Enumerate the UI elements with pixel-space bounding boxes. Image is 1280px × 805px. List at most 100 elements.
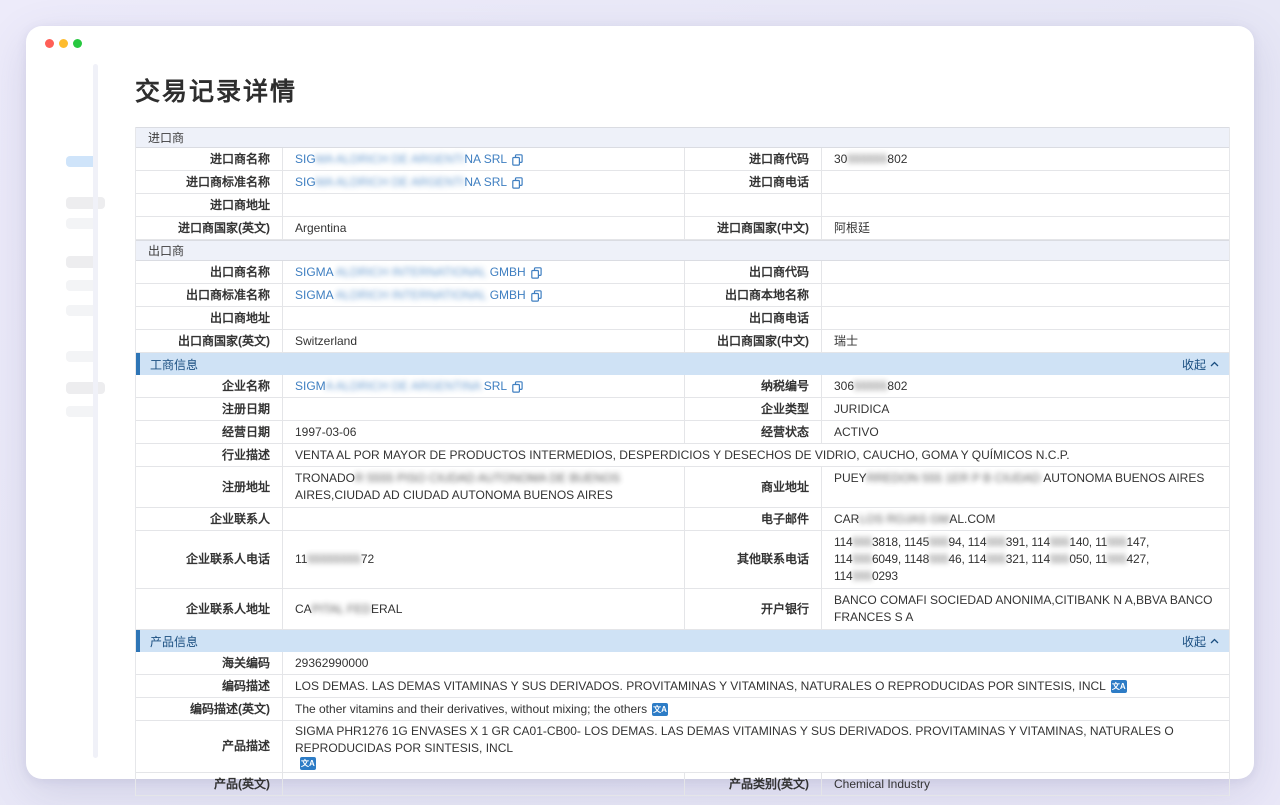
sidebar-skeleton-item[interactable] — [66, 382, 105, 394]
field-value: The other vitamins and their derivatives… — [282, 698, 1231, 720]
close-button[interactable] — [45, 39, 54, 48]
table-row: 行业描述 VENTA AL POR MAYOR DE PRODUCTOS INT… — [136, 444, 1229, 467]
field-label: 其他联系电话 — [684, 531, 821, 588]
field-value: 1997-03-06 — [282, 421, 684, 443]
translate-icon[interactable]: 文A — [652, 703, 668, 716]
field-value-empty — [821, 194, 1231, 216]
table-row: 企业联系人地址 CAPITAL FEDERAL 开户银行 BANCO COMAF… — [136, 589, 1229, 630]
table-row: 注册日期 企业类型 JURIDICA — [136, 398, 1229, 421]
field-label: 进口商代码 — [684, 148, 821, 170]
table-row: 产品描述 SIGMA PHR1276 1G ENVASES X 1 GR CA0… — [136, 721, 1229, 773]
field-value: SIGMA ALDRICH DE ARGENTINA SRL — [282, 171, 684, 193]
field-value: 瑞士 — [821, 330, 1231, 352]
section-header-exporter: 出口商 — [136, 240, 1229, 261]
field-value: 115555555572 — [282, 531, 684, 588]
importer-std-name-link[interactable]: SIGMA ALDRICH DE ARGENTINA SRL — [295, 174, 507, 191]
field-value: SIGMA PHR1276 1G ENVASES X 1 GR CA01-CB0… — [282, 721, 1231, 772]
section-title: 产品信息 — [150, 633, 198, 650]
table-row: 进口商标准名称 SIGMA ALDRICH DE ARGENTINA SRL 进… — [136, 171, 1229, 194]
field-label: 经营日期 — [136, 421, 282, 443]
field-value: SIGMA ALDRICH DE ARGENTINA SRL — [282, 148, 684, 170]
table-row: 编码描述 LOS DEMAS. LAS DEMAS VITAMINAS Y SU… — [136, 675, 1229, 698]
translate-icon[interactable]: 文A — [1111, 680, 1127, 693]
field-value: Chemical Industry — [821, 773, 1231, 795]
field-label: 进口商地址 — [136, 194, 282, 216]
field-label: 企业名称 — [136, 375, 282, 397]
field-value: BANCO COMAFI SOCIEDAD ANONIMA,CITIBANK N… — [821, 589, 1231, 629]
copy-icon[interactable] — [531, 290, 542, 302]
field-value-empty — [282, 398, 684, 420]
copy-icon[interactable] — [512, 154, 523, 166]
table-row: 进口商名称 SIGMA ALDRICH DE ARGENTINA SRL 进口商… — [136, 148, 1229, 171]
importer-name-link[interactable]: SIGMA ALDRICH DE ARGENTINA SRL — [295, 151, 507, 168]
table-row: 企业联系人电话 115555555572 其他联系电话 1145553818, … — [136, 531, 1229, 589]
copy-icon[interactable] — [531, 267, 542, 279]
field-label: 出口商国家(中文) — [684, 330, 821, 352]
table-row: 企业名称 SIGMA ALDRICH DE ARGENTINA SRL 纳税编号… — [136, 375, 1229, 398]
collapse-button[interactable]: 收起 — [1182, 356, 1219, 373]
field-value: 30555555802 — [821, 148, 1231, 170]
field-label: 注册地址 — [136, 467, 282, 507]
collapse-label: 收起 — [1182, 356, 1206, 373]
main-content: 交易记录详情 进口商 进口商名称 SIGMA ALDRICH DE ARGENT… — [135, 66, 1230, 796]
field-value-empty — [282, 307, 684, 329]
field-label: 企业联系人电话 — [136, 531, 282, 588]
field-label: 出口商地址 — [136, 307, 282, 329]
chevron-up-icon — [1210, 638, 1219, 644]
company-name-link[interactable]: SIGMA ALDRICH DE ARGENTINA SRL — [295, 378, 507, 395]
field-value-empty — [282, 773, 684, 795]
section-title: 工商信息 — [150, 356, 198, 373]
browser-window: 交易记录详情 进口商 进口商名称 SIGMA ALDRICH DE ARGENT… — [26, 26, 1254, 779]
field-label-empty — [684, 194, 821, 216]
field-value-empty — [821, 284, 1231, 306]
field-label: 注册日期 — [136, 398, 282, 420]
field-label: 出口商标准名称 — [136, 284, 282, 306]
section-header-importer: 进口商 — [136, 127, 1229, 148]
table-row: 出口商地址 出口商电话 — [136, 307, 1229, 330]
page-title: 交易记录详情 — [135, 72, 1230, 108]
sidebar-skeleton-item[interactable] — [66, 197, 105, 209]
field-value: SIGMA ALDRICH INTERNATIONAL GMBH — [282, 261, 684, 283]
table-row: 进口商地址 — [136, 194, 1229, 217]
window-controls — [45, 39, 82, 48]
field-label: 经营状态 — [684, 421, 821, 443]
field-label: 海关编码 — [136, 652, 282, 674]
minimize-button[interactable] — [59, 39, 68, 48]
table-row: 海关编码 29362990000 — [136, 652, 1229, 675]
exporter-std-name-link[interactable]: SIGMA ALDRICH INTERNATIONAL GMBH — [295, 287, 526, 304]
table-row: 产品(英文) 产品类别(英文) Chemical Industry — [136, 773, 1229, 796]
copy-icon[interactable] — [512, 381, 523, 393]
field-value: 1145553818, 114555594, 114555391, 114555… — [821, 531, 1231, 588]
maximize-button[interactable] — [73, 39, 82, 48]
section-header-product: 产品信息 收起 — [136, 630, 1229, 652]
detail-table: 进口商 进口商名称 SIGMA ALDRICH DE ARGENTINA SRL… — [135, 127, 1230, 796]
field-value: 30655555802 — [821, 375, 1231, 397]
field-label: 出口商本地名称 — [684, 284, 821, 306]
collapse-button[interactable]: 收起 — [1182, 633, 1219, 650]
field-label: 开户银行 — [684, 589, 821, 629]
field-label: 进口商电话 — [684, 171, 821, 193]
table-row: 进口商国家(英文) Argentina 进口商国家(中文) 阿根廷 — [136, 217, 1229, 240]
field-label: 产品类别(英文) — [684, 773, 821, 795]
field-value: SIGMA ALDRICH DE ARGENTINA SRL — [282, 375, 684, 397]
translate-icon[interactable]: 文A — [300, 757, 316, 770]
sidebar-divider — [93, 64, 98, 758]
field-label: 出口商名称 — [136, 261, 282, 283]
table-row: 注册地址 TRONADOR 5555 PISO CIUDAD AUTONOMA … — [136, 467, 1229, 508]
table-row: 企业联系人 电子邮件 CARLOS ROJAS GMAL.COM — [136, 508, 1229, 531]
field-value: ACTIVO — [821, 421, 1231, 443]
field-label: 编码描述(英文) — [136, 698, 282, 720]
field-value: CARLOS ROJAS GMAL.COM — [821, 508, 1231, 530]
field-label: 进口商国家(中文) — [684, 217, 821, 239]
copy-icon[interactable] — [512, 177, 523, 189]
field-label: 出口商国家(英文) — [136, 330, 282, 352]
field-label: 企业联系人 — [136, 508, 282, 530]
exporter-name-link[interactable]: SIGMA ALDRICH INTERNATIONAL GMBH — [295, 264, 526, 281]
chevron-up-icon — [1210, 361, 1219, 367]
field-label: 进口商标准名称 — [136, 171, 282, 193]
field-label: 产品(英文) — [136, 773, 282, 795]
code-desc-text: LOS DEMAS. LAS DEMAS VITAMINAS Y SUS DER… — [295, 678, 1106, 695]
field-label: 企业联系人地址 — [136, 589, 282, 629]
collapse-label: 收起 — [1182, 633, 1206, 650]
field-value: PUEYRREDON 555 1ER P B CIUDAD AUTONOMA B… — [821, 467, 1231, 507]
